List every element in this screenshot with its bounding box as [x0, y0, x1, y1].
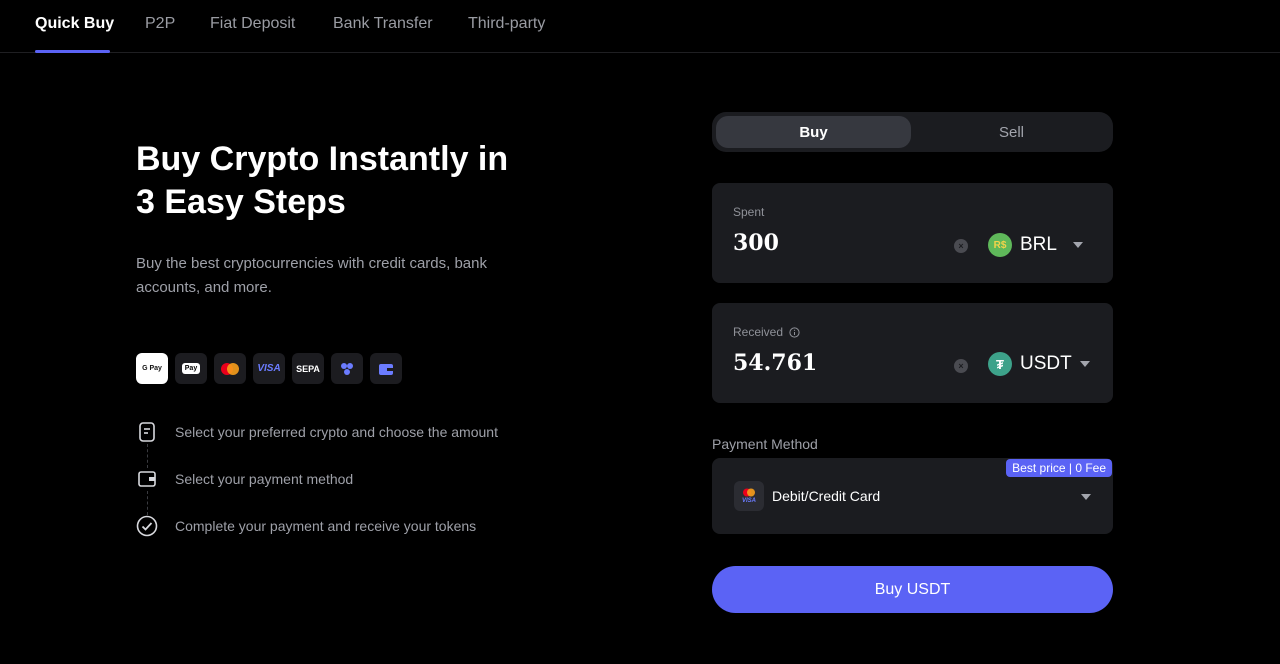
chevron-down-icon [1079, 361, 1090, 367]
active-tab-indicator [35, 50, 110, 53]
step-connector [147, 444, 148, 468]
step-text: Select your preferred crypto and choose … [175, 424, 498, 440]
tab-bank-transfer[interactable]: Bank Transfer [333, 15, 433, 33]
page-subtitle-line-1: Buy the best cryptocurrencies with credi… [136, 255, 487, 272]
info-icon[interactable] [789, 326, 800, 338]
card-icon: VISA [734, 481, 764, 511]
sepa-text: SEPA [296, 363, 320, 374]
apple-pay-icon: Pay [175, 353, 207, 384]
google-pay-icon: G Pay [136, 353, 168, 384]
received-label: Received [733, 325, 800, 339]
chevron-down-icon [1072, 242, 1083, 248]
received-currency-select[interactable]: ₮ USDT [988, 352, 1090, 376]
spent-label-text: Spent [733, 205, 765, 219]
tab-fiat-deposit[interactable]: Fiat Deposit [210, 15, 295, 33]
buy-toggle-button[interactable]: Buy [716, 116, 911, 148]
sell-toggle-button[interactable]: Sell [914, 116, 1109, 148]
clear-spent-icon[interactable]: × [954, 239, 968, 253]
tab-third-party[interactable]: Third-party [468, 15, 545, 33]
wallet-icon [370, 353, 402, 384]
sepa-icon: SEPA [292, 353, 324, 384]
spent-currency-code: BRL [1020, 234, 1057, 255]
wallet-icon [136, 468, 158, 490]
tab-quick-buy[interactable]: Quick Buy [35, 15, 114, 33]
tab-p2p[interactable]: P2P [145, 15, 175, 33]
step-text: Complete your payment and receive your t… [175, 518, 477, 534]
page-title-line-1: Buy Crypto Instantly in [136, 140, 509, 178]
visa-icon: VISA [253, 353, 285, 384]
pix-icon [331, 353, 363, 384]
clear-received-icon[interactable]: × [954, 359, 968, 373]
received-currency-code: USDT [1020, 353, 1072, 374]
apple-pay-text: Pay [181, 363, 201, 374]
payment-icons-row: G Pay Pay VISA SEPA [136, 353, 402, 384]
brl-icon: R$ [988, 233, 1012, 257]
page-title: Buy Crypto Instantly in 3 Easy Steps [136, 138, 576, 224]
usdt-icon: ₮ [988, 352, 1012, 376]
mastercard-icon [214, 353, 246, 384]
step-item: Select your payment method [136, 468, 353, 490]
document-icon [136, 421, 158, 443]
payment-method-value: Debit/Credit Card [772, 488, 881, 504]
visa-text: VISA [257, 363, 281, 374]
step-item: Complete your payment and receive your t… [136, 515, 476, 537]
spent-label: Spent [733, 205, 764, 219]
google-pay-text: G Pay [139, 363, 165, 374]
page-subtitle: Buy the best cryptocurrencies with credi… [136, 252, 556, 300]
chevron-down-icon [1081, 494, 1091, 500]
payment-method-select[interactable]: Best price | 0 Fee VISA Debit/Credit Car… [712, 458, 1113, 534]
buy-sell-toggle: Buy Sell [712, 112, 1113, 152]
top-tabs: Quick Buy P2P Fiat Deposit Bank Transfer… [0, 0, 1280, 53]
received-label-text: Received [733, 325, 784, 339]
payment-method-label: Payment Method [712, 436, 818, 452]
step-text: Select your payment method [175, 471, 354, 487]
spent-card: Spent × R$ BRL [712, 183, 1113, 283]
buy-usdt-button[interactable]: Buy USDT [712, 566, 1113, 613]
page-title-line-2: 3 Easy Steps [136, 183, 346, 221]
received-card: Received × ₮ USDT [712, 303, 1113, 403]
step-connector [147, 491, 148, 515]
received-amount-input[interactable] [733, 350, 933, 376]
spent-amount-input[interactable] [733, 230, 933, 256]
page-subtitle-line-2: accounts, and more. [136, 279, 272, 296]
spent-currency-select[interactable]: R$ BRL [988, 233, 1083, 257]
step-item: Select your preferred crypto and choose … [136, 421, 498, 443]
check-circle-icon [136, 515, 158, 537]
best-price-badge: Best price | 0 Fee [1006, 459, 1112, 477]
